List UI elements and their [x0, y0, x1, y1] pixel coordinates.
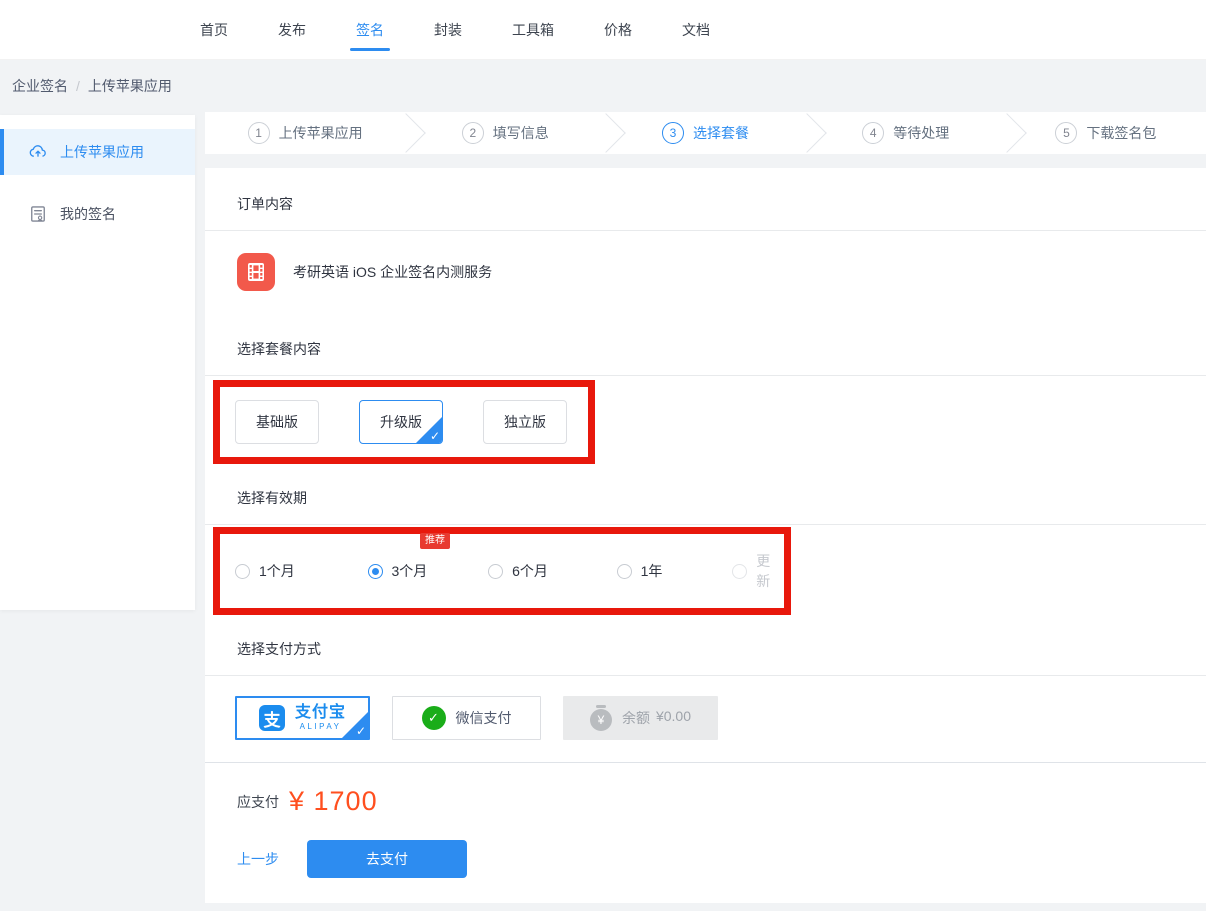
alipay-icon: 支 — [259, 705, 285, 731]
alipay-sub: ALIPAY — [300, 723, 342, 731]
nav-item-toolbox[interactable]: 工具箱 — [512, 0, 554, 60]
period-option-1year[interactable]: 1年 — [617, 561, 733, 581]
period-option-3months[interactable]: 3个月 — [368, 561, 489, 581]
check-icon: ✓ — [430, 429, 440, 443]
period-label: 更新 — [756, 551, 784, 591]
radio-icon — [732, 564, 747, 579]
period-section-title: 选择有效期 — [205, 464, 1206, 524]
nav-item-pricing[interactable]: 价格 — [604, 0, 632, 60]
balance-text: 余额 ¥0.00 — [622, 708, 691, 728]
step-3-choose-plan: 3 选择套餐 — [605, 112, 805, 154]
amount-due-label: 应支付 — [237, 792, 279, 812]
period-label: 1个月 — [259, 561, 295, 581]
action-bar: 上一步 去支付 — [237, 840, 467, 878]
step-number: 4 — [862, 122, 884, 144]
step-1-upload: 1 上传苹果应用 — [205, 112, 405, 154]
nav-item-home[interactable]: 首页 — [200, 0, 228, 60]
package-option-basic[interactable]: 基础版 — [235, 400, 319, 444]
divider — [205, 762, 1206, 763]
period-label: 3个月 — [392, 561, 428, 581]
app-film-icon — [237, 253, 275, 291]
nav-item-package[interactable]: 封装 — [434, 0, 462, 60]
package-option-upgrade[interactable]: 升级版 ✓ — [359, 400, 443, 444]
sidebar-item-upload-app[interactable]: 上传苹果应用 — [0, 129, 195, 175]
period-options: 1个月 3个月 6个月 1年 更新 — [220, 534, 784, 608]
previous-step-link[interactable]: 上一步 — [237, 849, 279, 869]
step-5-download: 5 下载签名包 — [1006, 112, 1206, 154]
step-wizard: 1 上传苹果应用 2 填写信息 3 选择套餐 4 等待处理 5 下载签名包 — [205, 112, 1206, 154]
nav-item-signature[interactable]: 签名 — [356, 0, 384, 60]
sidebar-item-label: 上传苹果应用 — [60, 142, 144, 162]
step-number: 3 — [662, 122, 684, 144]
package-options: 基础版 升级版 ✓ 独立版 — [220, 387, 588, 457]
wechat-pay-icon: ✓ — [422, 706, 446, 730]
check-icon: ✓ — [356, 724, 366, 738]
top-nav: 首页 发布 签名 封装 工具箱 价格 文档 — [0, 0, 1206, 60]
payment-options: 支 支付宝 ALIPAY ✓ ✓ 微信支付 ¥ 余额 ¥0.00 — [205, 676, 1206, 740]
balance-amount: ¥0.00 — [656, 708, 691, 728]
step-label: 下载签名包 — [1086, 123, 1156, 143]
step-2-fill-info: 2 填写信息 — [405, 112, 605, 154]
cloud-upload-icon — [28, 142, 48, 162]
radio-icon — [617, 564, 632, 579]
radio-icon — [235, 564, 250, 579]
wechat-label: 微信支付 — [456, 708, 512, 728]
period-option-6months[interactable]: 6个月 — [488, 561, 617, 581]
period-label: 6个月 — [512, 561, 548, 581]
breadcrumb-separator: / — [76, 78, 80, 94]
payment-summary: 应支付 ¥ 1700 — [237, 786, 378, 817]
nav-item-docs[interactable]: 文档 — [682, 0, 710, 60]
period-option-1month[interactable]: 1个月 — [235, 561, 368, 581]
step-label: 填写信息 — [493, 123, 549, 143]
go-pay-button[interactable]: 去支付 — [307, 840, 467, 878]
radio-icon — [488, 564, 503, 579]
sidebar-item-label: 我的签名 — [60, 204, 116, 224]
package-option-standalone[interactable]: 独立版 — [483, 400, 567, 444]
breadcrumb-current: 上传苹果应用 — [88, 76, 172, 96]
money-bag-icon: ¥ — [590, 709, 612, 731]
period-label: 1年 — [641, 561, 663, 581]
step-number: 2 — [462, 122, 484, 144]
sidebar: 上传苹果应用 我的签名 — [0, 115, 195, 610]
recommended-badge: 推荐 — [420, 533, 450, 549]
order-app-name: 考研英语 iOS 企业签名内测服务 — [293, 262, 492, 282]
annotation-box-periods: 推荐 1个月 3个月 6个月 1年 更新 — [213, 527, 791, 615]
alipay-name: 支付宝 — [295, 705, 346, 721]
payment-option-wechat[interactable]: ✓ 微信支付 — [392, 696, 541, 740]
nav-item-publish[interactable]: 发布 — [278, 0, 306, 60]
step-4-processing: 4 等待处理 — [806, 112, 1006, 154]
breadcrumb: 企业签名 / 上传苹果应用 — [12, 76, 172, 96]
step-number: 5 — [1055, 122, 1077, 144]
order-app-row: 考研英语 iOS 企业签名内测服务 — [205, 231, 1206, 321]
balance-label: 余额 — [622, 708, 650, 728]
step-label: 选择套餐 — [693, 123, 749, 143]
step-number: 1 — [248, 122, 270, 144]
payment-option-alipay[interactable]: 支 支付宝 ALIPAY ✓ — [235, 696, 370, 740]
order-panel: 订单内容 考研英语 iOS 企业签名内测服务 选择套餐内容 基础版 — [205, 168, 1206, 903]
alipay-wordmark: 支付宝 ALIPAY — [295, 705, 346, 731]
radio-icon — [368, 564, 383, 579]
period-option-renew: 更新 — [732, 551, 784, 591]
order-section-title: 订单内容 — [205, 168, 1206, 230]
amount-due-value: ¥ 1700 — [289, 786, 378, 817]
package-section-title: 选择套餐内容 — [205, 321, 1206, 375]
package-label: 基础版 — [256, 412, 298, 432]
step-label: 上传苹果应用 — [279, 123, 363, 143]
annotation-box-packages: 基础版 升级版 ✓ 独立版 — [213, 380, 595, 464]
payment-option-balance[interactable]: ¥ 余额 ¥0.00 — [563, 696, 718, 740]
signature-doc-icon — [28, 204, 48, 224]
divider — [205, 375, 1206, 376]
breadcrumb-root[interactable]: 企业签名 — [12, 76, 68, 96]
divider — [205, 524, 1206, 525]
sidebar-item-my-signatures[interactable]: 我的签名 — [0, 191, 195, 237]
payment-section-title: 选择支付方式 — [205, 615, 1206, 675]
step-label: 等待处理 — [893, 123, 949, 143]
package-label: 独立版 — [504, 412, 546, 432]
